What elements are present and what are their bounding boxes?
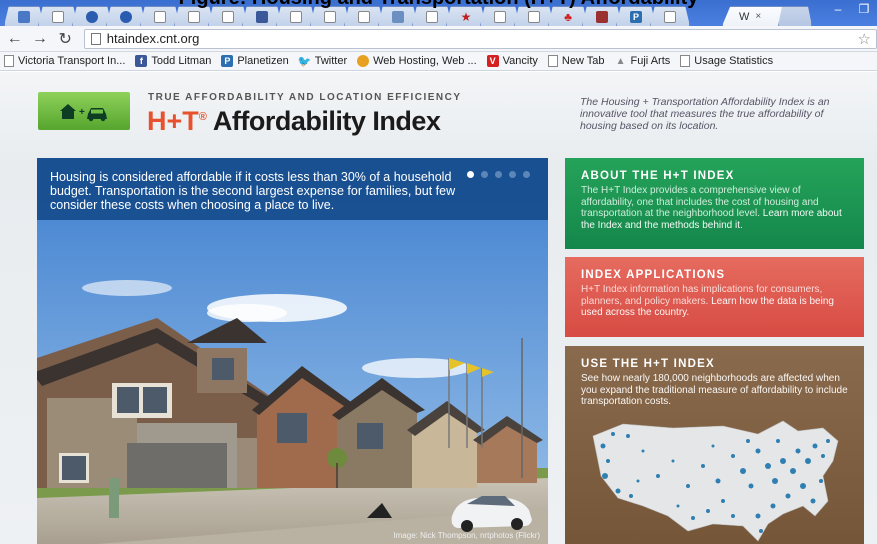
site-title[interactable]: H+T® Affordability Index xyxy=(147,106,441,137)
bookmark-item[interactable]: 🐦 Twitter xyxy=(297,55,348,68)
house-car-logo-icon[interactable]: + xyxy=(38,92,130,130)
page-content: + TRUE AFFORDABILITY AND LOCATION EFFICI… xyxy=(0,72,877,544)
forward-arrow-icon[interactable]: → xyxy=(29,28,50,50)
slide-dot[interactable] xyxy=(509,171,516,178)
bookmark-item[interactable]: ▲ Fuji Arts xyxy=(615,55,671,67)
image-icon xyxy=(596,10,608,23)
applications-body: H+T Index information has implications f… xyxy=(581,284,850,319)
slide-dot[interactable] xyxy=(523,171,530,178)
page-icon xyxy=(154,10,166,23)
bookmark-item[interactable]: Web Hosting, Web ... xyxy=(357,55,477,67)
bookmark-label: New Tab xyxy=(561,55,605,67)
facebook-icon xyxy=(256,10,268,23)
vancity-icon: V xyxy=(486,55,499,67)
bookmarks-bar: Victoria Transport In... f Todd Litman PP… xyxy=(0,52,877,71)
bookmark-item[interactable]: P Planetizen xyxy=(221,55,289,67)
page-icon xyxy=(494,10,506,23)
bookmark-label: Planetizen xyxy=(237,55,289,67)
twitter-icon: 🐦 xyxy=(297,55,312,68)
figure-title: Figure: Housing and Transportation (H+T)… xyxy=(0,0,877,10)
bookmark-label: Todd Litman xyxy=(151,55,212,67)
bookmark-star-icon[interactable]: ☆ xyxy=(858,30,871,48)
planetizen-icon: P xyxy=(221,55,234,67)
site-header: + TRUE AFFORDABILITY AND LOCATION EFFICI… xyxy=(0,72,877,154)
page-icon xyxy=(358,10,370,23)
url-text: htaindex.cnt.org xyxy=(106,31,200,46)
site-description: The Housing + Transportation Affordabili… xyxy=(580,96,830,132)
hero-slideshow[interactable]: Housing is considered affordable if it c… xyxy=(37,158,548,544)
bookmark-label: Vancity xyxy=(502,55,538,67)
brand-ht: H+T xyxy=(147,106,199,136)
site-icon xyxy=(18,10,30,23)
about-panel[interactable]: ABOUT THE H+T INDEX The H+T Index provid… xyxy=(565,158,864,249)
facebook-icon: f xyxy=(135,55,148,67)
applications-panel[interactable]: INDEX APPLICATIONS H+T Index information… xyxy=(565,257,864,337)
tagline: TRUE AFFORDABILITY AND LOCATION EFFICIEN… xyxy=(148,92,462,103)
about-body: The H+T Index provides a comprehensive v… xyxy=(581,185,850,231)
browser-toolbar: ← → ↻ htaindex.cnt.org ☆ xyxy=(0,26,877,52)
page-icon xyxy=(680,55,691,67)
page-icon xyxy=(90,32,101,45)
reload-icon[interactable]: ↻ xyxy=(55,28,76,50)
page-icon xyxy=(547,55,558,67)
bookmark-label: Web Hosting, Web ... xyxy=(373,55,477,67)
bookmark-item[interactable]: Usage Statistics xyxy=(680,55,773,67)
page-icon xyxy=(4,55,14,67)
tab-label: W xyxy=(739,10,750,23)
slide-dot[interactable] xyxy=(481,171,488,178)
page-icon xyxy=(664,10,676,23)
slide-dot[interactable] xyxy=(495,171,502,178)
page-icon xyxy=(290,10,302,23)
star-favicon: ★ xyxy=(460,9,472,24)
house-plus-car-icon: + xyxy=(60,104,107,122)
hero-banner: Housing is considered affordable if it c… xyxy=(37,158,548,220)
page-icon xyxy=(528,10,540,23)
close-icon[interactable]: × xyxy=(755,11,761,22)
globe-icon xyxy=(120,10,132,23)
page-icon xyxy=(426,10,438,23)
bookmark-label: Fuji Arts xyxy=(630,55,671,67)
page-icon xyxy=(222,10,234,23)
slide-dots xyxy=(467,171,530,178)
slide-dot[interactable] xyxy=(467,171,474,178)
planetizen-icon: P xyxy=(630,10,642,23)
brand-name: Affordability Index xyxy=(206,106,441,136)
use-index-panel[interactable]: USE THE H+T INDEX See how nearly 180,000… xyxy=(565,346,864,544)
bookmark-item[interactable]: V Vancity xyxy=(486,55,538,67)
globe-icon xyxy=(86,10,98,23)
use-title: USE THE H+T INDEX xyxy=(581,358,715,370)
hosting-icon xyxy=(357,55,370,67)
photo-credit: Image: Nick Thompson, nrtphotos (Flickr) xyxy=(393,531,540,540)
bookmark-item[interactable]: Victoria Transport In... xyxy=(4,55,125,67)
bookmark-label: Twitter xyxy=(314,55,348,67)
page-icon xyxy=(324,10,336,23)
registered-mark: ® xyxy=(198,111,207,123)
applications-title: INDEX APPLICATIONS xyxy=(581,269,726,281)
bookmark-label: Victoria Transport In... xyxy=(18,55,126,67)
bookmark-item[interactable]: f Todd Litman xyxy=(135,55,211,67)
address-bar[interactable]: htaindex.cnt.org xyxy=(83,28,877,49)
back-arrow-icon[interactable]: ← xyxy=(4,28,25,50)
about-title: ABOUT THE H+T INDEX xyxy=(581,170,735,182)
page-icon xyxy=(52,10,64,23)
use-body: See how nearly 180,000 neighborhoods are… xyxy=(581,373,848,407)
us-map-icon[interactable] xyxy=(583,406,851,544)
svg-text:+: + xyxy=(79,107,85,118)
bookmark-item[interactable]: New Tab xyxy=(547,55,605,67)
bookmark-label: Usage Statistics xyxy=(694,55,774,67)
hero-banner-text: Housing is considered affordable if it c… xyxy=(50,170,456,212)
page-icon xyxy=(188,10,200,23)
mail-icon xyxy=(392,10,404,23)
maple-leaf-icon: ♣ xyxy=(564,9,572,24)
fuji-icon: ▲ xyxy=(615,55,626,67)
